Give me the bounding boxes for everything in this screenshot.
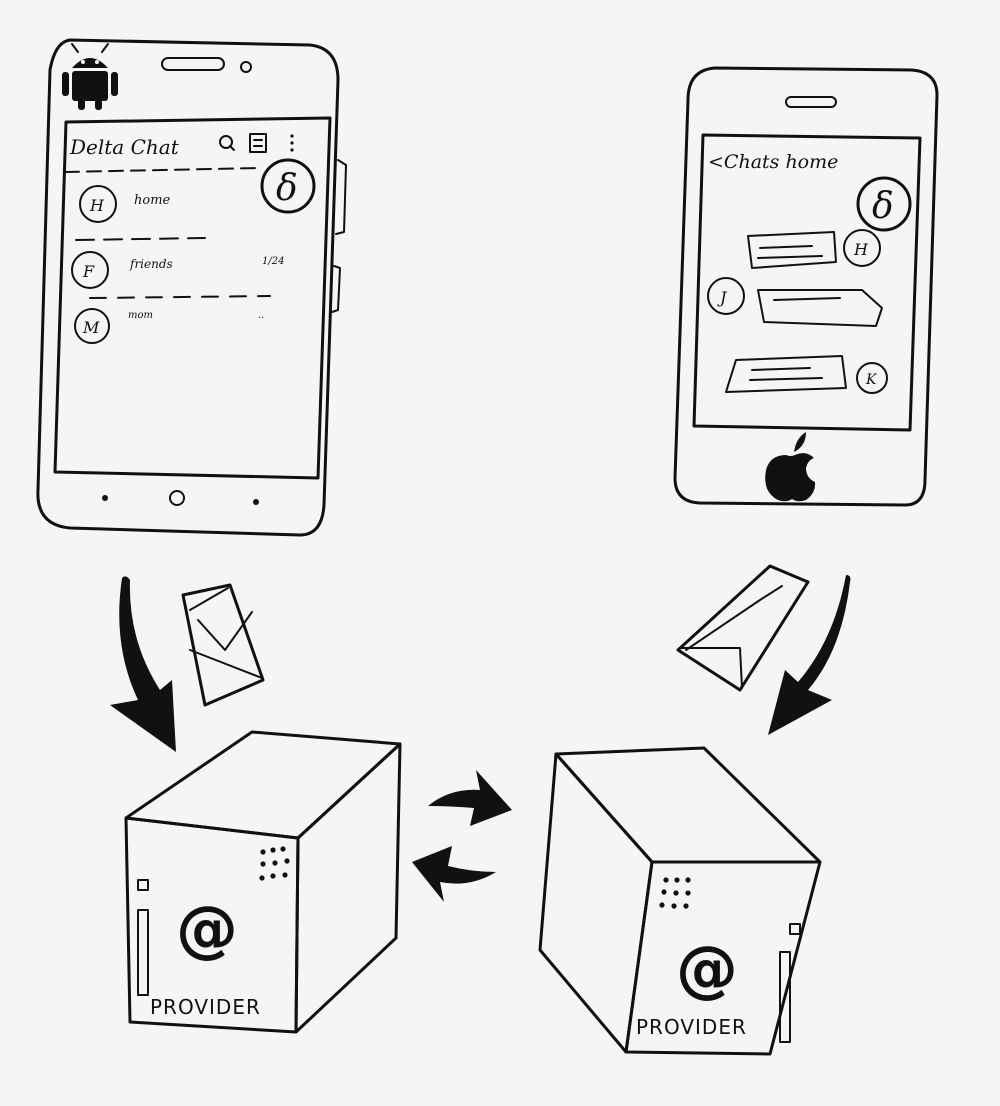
vent-dots-icon: [259, 846, 290, 881]
search-icon[interactable]: [219, 135, 235, 151]
android-app-title: Delta Chat: [69, 135, 180, 159]
chat-avatar-letter: F: [82, 262, 95, 281]
chat-list-item[interactable]: M mom ..: [74, 308, 264, 344]
message-avatar-letter: J: [717, 288, 728, 307]
android-fab-symbol: δ: [276, 168, 298, 209]
iphone-compose-button[interactable]: δ: [856, 176, 912, 232]
right-provider-server: @ PROVIDER: [538, 746, 822, 1056]
message-thread: H J K: [707, 229, 888, 394]
right-upload-arrow-icon: [768, 575, 851, 735]
message-bubble: H: [747, 229, 881, 269]
chat-time: 1/24: [262, 256, 284, 267]
message-bubble: K: [725, 355, 888, 394]
overflow-menu-icon[interactable]: [290, 134, 294, 152]
chat-avatar-letter: M: [82, 318, 100, 337]
message-avatar-letter: K: [865, 372, 878, 388]
chat-time: ..: [258, 310, 264, 321]
chat-list-item[interactable]: H home: [79, 185, 171, 223]
android-phone: Delta Chat δ H home F friends 1/24 M mom…: [36, 38, 347, 537]
iphone-chat-header[interactable]: <Chats home: [708, 151, 838, 173]
chat-list: H home F friends 1/24 M mom ..: [71, 185, 284, 344]
iphone-fab-symbol: δ: [872, 186, 894, 227]
vent-dots-icon: [659, 877, 691, 909]
android-compose-button[interactable]: δ: [260, 158, 316, 214]
iphone: <Chats home δ H J K: [673, 66, 939, 507]
right-provider-at-symbol: @: [676, 932, 738, 1005]
message-avatar-letter: H: [853, 240, 869, 259]
left-provider-at-symbol: @: [176, 892, 238, 965]
left-provider-server: @ PROVIDER: [124, 730, 402, 1034]
chat-avatar-letter: H: [89, 196, 105, 215]
android-logo-icon: [62, 43, 118, 110]
left-upload-arrow-icon: [110, 576, 176, 752]
chat-name: friends: [129, 257, 173, 271]
right-provider-label: PROVIDER: [636, 1015, 747, 1039]
right-envelope-icon: [676, 564, 810, 692]
chat-name: home: [134, 193, 171, 208]
left-envelope-icon: [181, 583, 265, 707]
chat-name: mom: [128, 310, 153, 321]
exchange-arrows-icon: [412, 770, 512, 902]
chat-list-item[interactable]: F friends 1/24: [71, 251, 284, 289]
qr-code-icon[interactable]: [249, 133, 267, 153]
left-provider-label: PROVIDER: [150, 995, 261, 1019]
message-bubble: J: [707, 277, 883, 327]
delta-chat-diagram: Delta Chat δ H home F friends 1/24 M mom…: [36, 38, 939, 1056]
apple-logo-icon: [765, 432, 816, 502]
